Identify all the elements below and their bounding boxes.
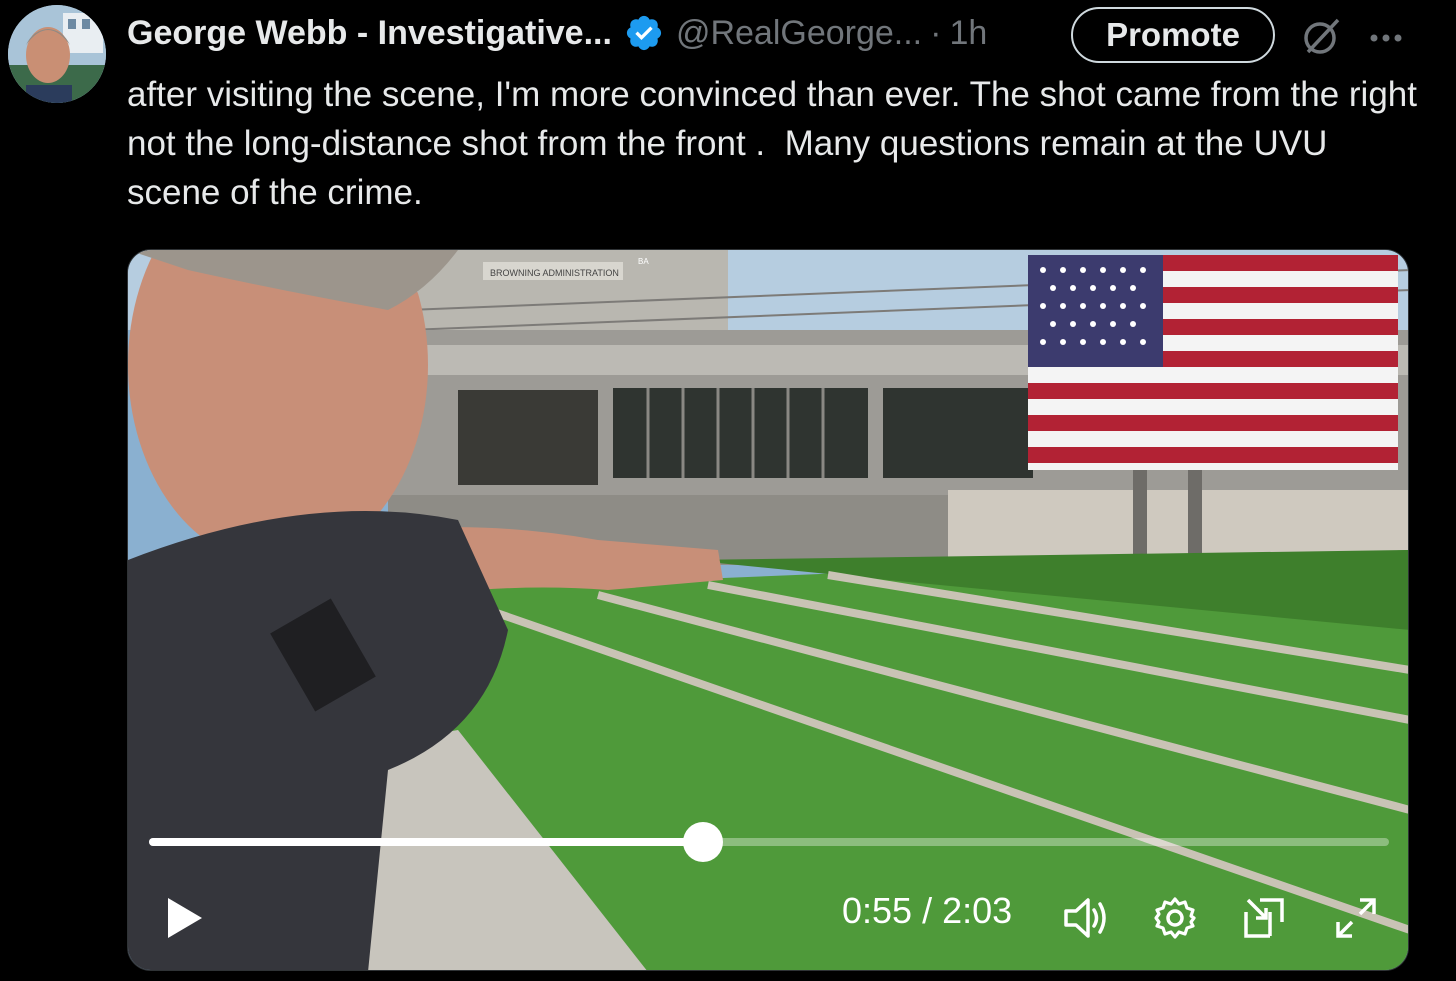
avatar-photo	[8, 5, 106, 103]
author-handle[interactable]: @RealGeorge...	[676, 14, 922, 53]
video-progress-bar[interactable]	[149, 822, 1389, 862]
building-code: BA	[638, 257, 649, 266]
video-duration: 2:03	[942, 890, 1013, 931]
verified-badge-icon[interactable]	[624, 13, 664, 53]
tweet-timestamp[interactable]: 1h	[949, 14, 987, 53]
play-icon[interactable]	[164, 896, 204, 940]
video-player[interactable]: BROWNING ADMINISTRATION BA 0:55 / 2:03	[127, 249, 1409, 971]
video-timecode: 0:55 / 2:03	[842, 890, 1012, 932]
volume-icon[interactable]	[1062, 896, 1110, 940]
video-progress-fill	[149, 838, 704, 846]
author-avatar[interactable]	[8, 5, 106, 103]
more-options-icon[interactable]	[1366, 18, 1406, 58]
video-current-time: 0:55	[842, 890, 913, 931]
picture-in-picture-icon[interactable]	[1242, 896, 1286, 940]
promote-button[interactable]: Promote	[1071, 7, 1275, 63]
tweet-text: after visiting the scene, I'm more convi…	[127, 75, 1427, 212]
grok-icon[interactable]	[1300, 14, 1344, 58]
building-sign: BROWNING ADMINISTRATION	[490, 268, 619, 278]
settings-gear-icon[interactable]	[1153, 896, 1197, 940]
fullscreen-icon[interactable]	[1334, 896, 1378, 940]
american-flag	[1028, 255, 1398, 470]
author-name[interactable]: George Webb - Investigative...	[127, 14, 612, 53]
timecode-separator: /	[922, 890, 943, 931]
video-scrubber-handle[interactable]	[683, 822, 724, 862]
video-frame: BROWNING ADMINISTRATION BA	[128, 250, 1408, 970]
separator-dot: ·	[930, 13, 942, 52]
